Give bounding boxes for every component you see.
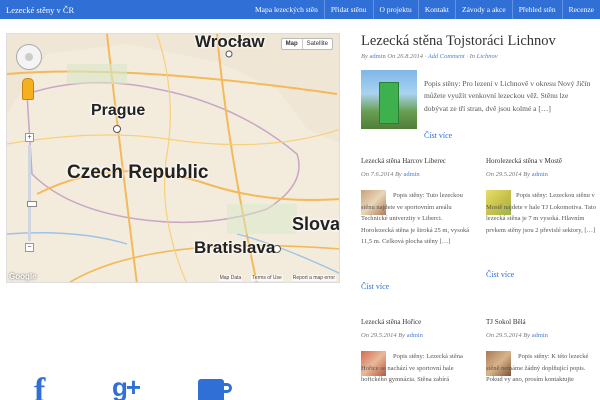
meta-by: By (394, 171, 402, 178)
map-type-control: Map Satellite (280, 38, 333, 50)
nav-item-events[interactable]: Závody a akce (456, 0, 512, 19)
meta-author-link[interactable]: admin (532, 171, 548, 178)
nav-item-reviews[interactable]: Recenze (563, 0, 600, 19)
nav-item-add-wall[interactable]: Přidat stěnu (325, 0, 373, 19)
meta-on: On (361, 332, 369, 339)
meta-on: On (387, 53, 396, 60)
post-read-more-link[interactable]: Číst více (361, 282, 389, 291)
meta-by: By (523, 171, 531, 178)
zoom-slider[interactable] (27, 145, 37, 241)
map-footer-links: Map Data Terms of Use Report a map error (218, 275, 336, 281)
meta-author-link[interactable]: admin (403, 171, 419, 178)
meta-author-link[interactable]: admin (532, 332, 548, 339)
meta-by: By (523, 332, 531, 339)
post-excerpt: Popis stěny: Tuto lezeckou stěnu najdete… (361, 192, 470, 246)
top-navbar: Lezecké stěny v ČR Mapa lezeckých stěn P… (0, 0, 600, 19)
map-label-bratislava: Bratislava (194, 238, 276, 257)
post-title[interactable]: Horolezecká stěna v Mostě (486, 157, 562, 165)
map-report-link[interactable]: Report a map error (291, 275, 336, 281)
google-map[interactable]: Wrocław Prague Czech Republic Slova Brat… (6, 33, 340, 283)
street-view-pegman-icon[interactable] (22, 78, 34, 100)
featured-post-excerpt: Popis stěny: Pro lezení v Lichnově v okr… (424, 79, 591, 113)
map-label-wroclaw: Wrocław (195, 33, 265, 51)
post-title[interactable]: Lezecká stěna Hořice (361, 318, 421, 326)
post-excerpt: Popis stěny: K této lezecké stěně nemáme… (486, 353, 589, 384)
map-background (7, 34, 339, 282)
meta-by: By (398, 332, 406, 339)
zoom-out-button[interactable]: − (25, 243, 34, 252)
zoom-control: + − (25, 133, 37, 253)
meta-on: On (486, 171, 494, 178)
map-terms-link[interactable]: Terms of Use (251, 275, 283, 281)
nav-item-contact[interactable]: Kontakt (419, 0, 455, 19)
climbing-tower-image (379, 82, 399, 124)
meta-author-link[interactable]: admin (407, 332, 423, 339)
meta-by: By (361, 53, 368, 60)
post-title[interactable]: TJ Sokol Bělá (486, 318, 526, 326)
post-meta: On 29.5.2014 By admin (486, 171, 548, 178)
meta-date: 29.5.2014 (495, 171, 522, 178)
meta-separator: · (424, 53, 427, 60)
featured-post-meta: By admin On 26.8.2014 · Add Comment · In… (361, 53, 498, 60)
site-brand[interactable]: Lezecké stěny v ČR (0, 5, 74, 15)
nav-item-overview[interactable]: Přehled stěn (513, 0, 562, 19)
post-read-more-link[interactable]: Číst více (486, 270, 514, 279)
map-footer: Google Map Data Terms of Use Report a ma… (7, 272, 339, 282)
post-title[interactable]: Lezecká stěna Harcov Liberec (361, 157, 446, 165)
map-label-prague: Prague (91, 102, 146, 119)
map-data-link[interactable]: Map Data (218, 275, 243, 281)
zoom-in-button[interactable]: + (25, 133, 34, 142)
map-type-satellite-button[interactable]: Satellite (303, 39, 332, 49)
meta-on: On (361, 171, 369, 178)
meta-date: 7.6.2014 (370, 171, 394, 178)
pan-control[interactable] (16, 44, 42, 70)
map-label-country: Czech Republic (67, 162, 209, 183)
meta-date: 29.5.2014 (370, 332, 397, 339)
map-type-map-button[interactable]: Map (282, 39, 303, 49)
main-nav: Mapa lezeckých stěn Přidat stěnu O proje… (249, 0, 600, 19)
add-comment-link[interactable]: Add Comment (428, 53, 465, 60)
nav-item-map[interactable]: Mapa lezeckých stěn (249, 0, 324, 19)
facebook-icon[interactable]: f (34, 372, 45, 400)
zoom-slider-thumb[interactable] (27, 201, 37, 207)
meta-in: · In (466, 53, 476, 60)
meta-author-link[interactable]: admin (369, 53, 385, 60)
meta-date: 29.5.2014 (495, 332, 522, 339)
meta-on: On (486, 332, 494, 339)
category-link[interactable]: Lichnov (477, 53, 498, 60)
post-excerpt: Popis stěny: Lezeckou stěnu v Mostě najd… (486, 192, 596, 234)
google-logo[interactable]: Google (9, 272, 37, 281)
featured-read-more-link[interactable]: Číst více (424, 131, 452, 140)
featured-post-thumbnail[interactable] (361, 70, 417, 129)
nav-item-about[interactable]: O projektu (374, 0, 418, 19)
googleplus-icon[interactable]: g+ (112, 372, 141, 400)
map-label-slova: Slova (292, 214, 340, 234)
featured-post-title[interactable]: Lezecká stěna Tojstoráci Lichnov (361, 33, 556, 50)
post-excerpt: Popis stěny: Lezecká stěna Hořice se nac… (361, 353, 463, 384)
post-meta: On 7.6.2014 By admin (361, 171, 420, 178)
post-meta: On 29.5.2014 By admin (361, 332, 423, 339)
meta-date: 26.8.2014 (396, 53, 423, 60)
mug-icon[interactable] (198, 379, 232, 400)
post-meta: On 29.5.2014 By admin (486, 332, 548, 339)
